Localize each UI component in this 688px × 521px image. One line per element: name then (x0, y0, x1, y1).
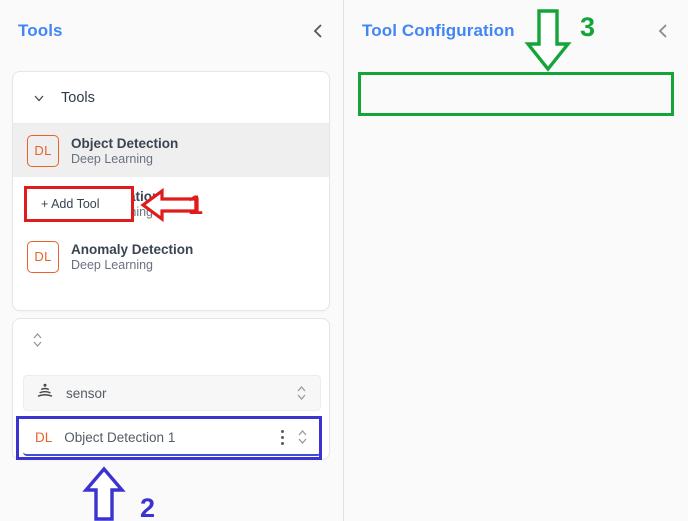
tool-item-texts: Object Detection Deep Learning (71, 136, 178, 166)
pipeline-item-sensor[interactable]: sensor (23, 375, 321, 411)
tool-item-texts: Anomaly Detection Deep Learning (71, 242, 193, 272)
pipeline-item-object-detection-1[interactable]: DL Object Detection 1 (23, 420, 321, 456)
tool-list-item-object-detection[interactable]: DL Object Detection Deep Learning (13, 124, 329, 177)
up-down-arrows-icon[interactable] (31, 331, 44, 349)
tool-item-subtitle: Deep Learning (71, 257, 154, 272)
tool-item-subtitle: Deep Learning (71, 204, 154, 219)
tool-item-texts: Segmentation Deep Learning (71, 189, 160, 219)
tools-panel-header: Tools (0, 0, 343, 62)
deep-learning-badge-icon: DL (27, 134, 59, 167)
pipeline-item-label: Object Detection 1 (64, 429, 176, 445)
tools-section-header[interactable]: Tools (13, 72, 329, 124)
page-title: Tools (18, 21, 63, 40)
tool-item-name: Object Detection (71, 135, 179, 151)
tool-item-name: Anomaly Detection (71, 241, 194, 257)
pipeline-item-label: sensor (66, 385, 107, 401)
config-panel-title: Tool Configuration (362, 21, 515, 40)
tools-panel: Tools Tools DL Object Detection Deep Lea… (0, 0, 344, 521)
config-panel-header: Tool Configuration (344, 0, 688, 62)
tool-list-item-anomaly-detection[interactable]: DL Anomaly Detection Deep Learning (13, 230, 329, 283)
chevron-left-icon[interactable] (309, 22, 327, 40)
chevron-left-icon[interactable] (654, 22, 672, 40)
chevron-down-icon (34, 95, 44, 101)
app-root: Tools Tools DL Object Detection Deep Lea… (0, 0, 688, 521)
sensor-icon (36, 383, 54, 404)
tool-list-item-segmentation[interactable]: DL Segmentation Deep Learning (13, 177, 329, 230)
tool-configuration-panel: Tool Configuration DL Object Detection 1… (344, 0, 688, 521)
tool-item-subtitle: Deep Learning (71, 151, 154, 166)
pipeline-card: sensor DL Object Detection 1 (12, 318, 330, 460)
tools-section-label: Tools (61, 89, 95, 106)
deep-learning-badge-icon: DL (27, 240, 59, 273)
kebab-menu-icon[interactable] (280, 428, 284, 446)
up-down-arrows-icon[interactable] (295, 384, 308, 402)
tools-list-card: Tools DL Object Detection Deep Learning … (12, 71, 330, 311)
deep-learning-badge-icon: DL (27, 187, 59, 220)
up-down-arrows-icon[interactable] (296, 428, 309, 446)
tool-item-name: Segmentation (71, 188, 161, 204)
deep-learning-badge-icon: DL (35, 429, 53, 445)
